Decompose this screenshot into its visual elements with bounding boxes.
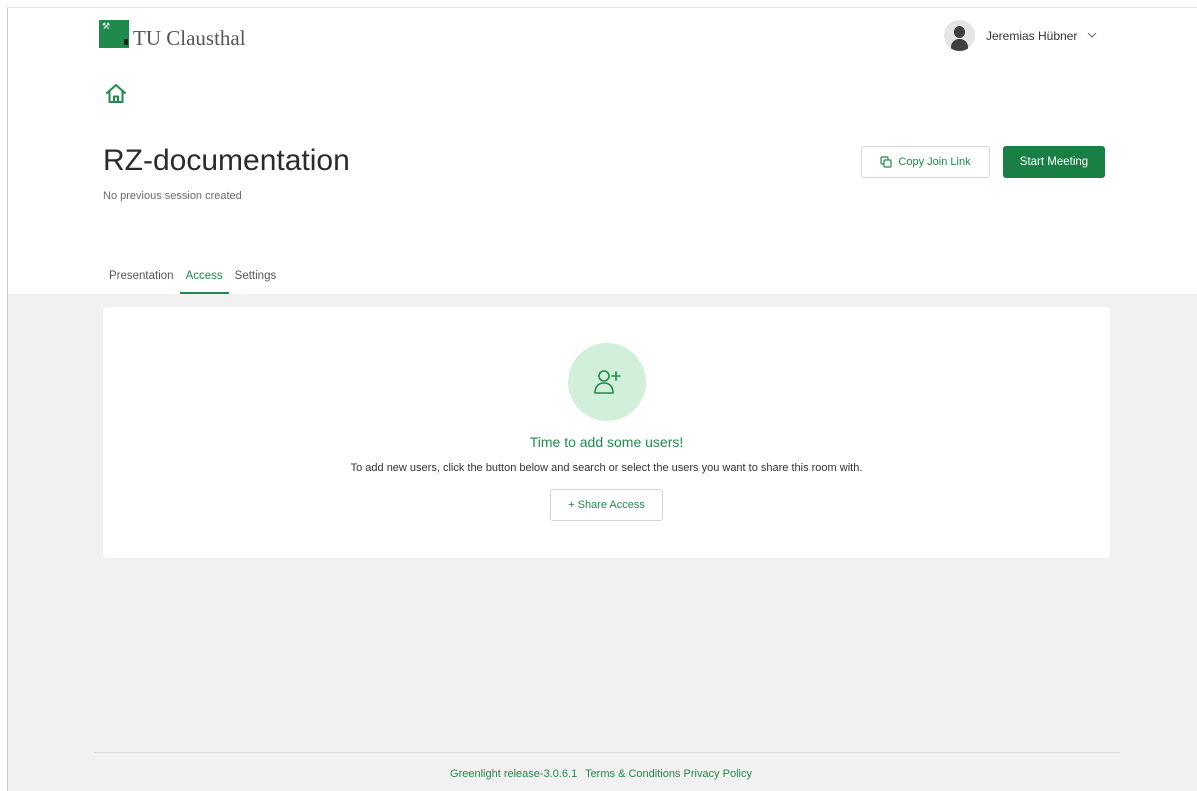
footer-divider: [94, 752, 1120, 753]
release-version: Greenlight release-3.0.6.1: [450, 768, 578, 780]
brand-logo[interactable]: ⚒ TU Clausthal: [99, 20, 246, 50]
session-status: No previous session created: [103, 190, 242, 202]
add-user-icon: [568, 343, 646, 421]
room-tabs: Presentation Access Settings: [103, 262, 282, 294]
chevron-down-icon: [1087, 30, 1097, 41]
avatar: [944, 20, 975, 51]
access-panel: Time to add some users! To add new users…: [103, 307, 1110, 558]
copy-join-link-label: Copy Join Link: [898, 156, 971, 168]
page-title: RZ-documentation: [103, 144, 350, 177]
terms-link[interactable]: Terms & Conditions: [585, 768, 680, 780]
tab-access[interactable]: Access: [179, 262, 229, 294]
start-meeting-button[interactable]: Start Meeting: [1003, 146, 1105, 178]
copy-icon: [880, 156, 893, 168]
tab-presentation[interactable]: Presentation: [103, 262, 180, 294]
privacy-link[interactable]: Privacy Policy: [684, 768, 752, 780]
footer: Greenlight release-3.0.6.1 Terms & Condi…: [0, 768, 1197, 780]
home-icon[interactable]: [104, 82, 128, 106]
brand-name: TU Clausthal: [133, 26, 246, 50]
user-menu[interactable]: Jeremias Hübner: [944, 20, 1097, 51]
tab-settings[interactable]: Settings: [229, 262, 283, 294]
university-seal-icon: ⚒: [99, 20, 129, 48]
empty-state-title: Time to add some users!: [529, 434, 684, 450]
user-name: Jeremias Hübner: [986, 28, 1078, 43]
empty-state-description: To add new users, click the button below…: [350, 462, 863, 474]
share-access-button[interactable]: + Share Access: [550, 489, 663, 521]
copy-join-link-button[interactable]: Copy Join Link: [861, 146, 990, 178]
